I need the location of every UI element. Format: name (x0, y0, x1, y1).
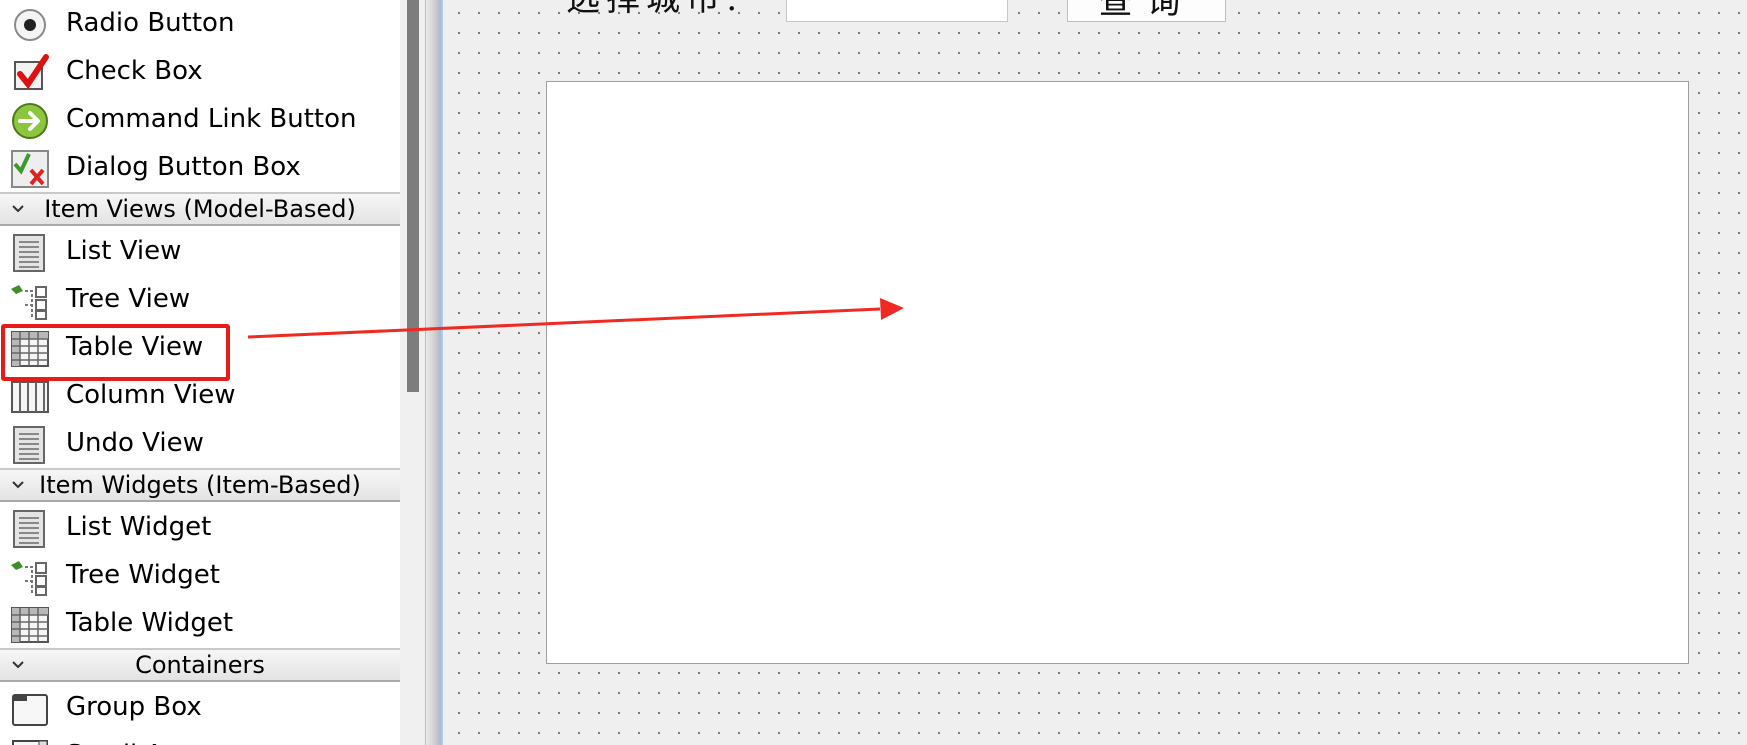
widget-item-label: Tree Widget (66, 560, 220, 590)
widget-item-group-box[interactable]: Group Box (0, 683, 400, 731)
widget-box-scrollbar[interactable] (407, 0, 419, 392)
category-label: Item Widgets (Item-Based) (39, 471, 361, 499)
widget-item-tree-view[interactable]: Tree View (0, 275, 400, 323)
widget-item-label: Command Link Button (66, 104, 357, 134)
widget-item-label: Dialog Button Box (66, 152, 301, 182)
category-header-item-widgets-item-based[interactable]: Item Widgets (Item-Based) (0, 468, 400, 502)
widget-item-undo-view[interactable]: Undo View (0, 419, 400, 467)
widget-item-label: Column View (66, 380, 236, 410)
widget-item-command-link-button[interactable]: Command Link Button (0, 95, 400, 143)
check-box-icon (10, 53, 50, 93)
category-label: Item Views (Model-Based) (44, 195, 356, 223)
category-label: Containers (135, 651, 265, 679)
undo-view-icon (10, 425, 50, 465)
widget-item-check-box[interactable]: Check Box (0, 47, 400, 95)
widget-item-tree-widget[interactable]: Tree Widget (0, 551, 400, 599)
category-header-item-views-model-based[interactable]: Item Views (Model-Based) (0, 192, 400, 226)
panel-splitter[interactable] (425, 0, 443, 745)
widget-item-label: Group Box (66, 692, 202, 722)
tree-widget-icon (10, 557, 50, 597)
widget-item-label: Scroll Area (66, 731, 205, 745)
query-button[interactable]: 查询 (1067, 0, 1226, 22)
city-input[interactable] (786, 0, 1008, 22)
city-select-label: 选择城市: (566, 0, 743, 22)
column-view-icon (10, 377, 50, 417)
widget-item-label: Radio Button (66, 8, 235, 38)
widget-item-list-view[interactable]: List View (0, 227, 400, 275)
table-view-widget[interactable] (546, 81, 1689, 664)
command-link-button-icon (10, 101, 50, 141)
widget-item-label: Table Widget (66, 608, 234, 638)
dialog-button-box-icon (10, 149, 50, 189)
category-header-containers[interactable]: Containers (0, 648, 400, 682)
widget-item-dialog-button-box[interactable]: Dialog Button Box (0, 143, 400, 191)
widget-item-column-view[interactable]: Column View (0, 371, 400, 419)
radio-button-icon (10, 5, 50, 45)
tree-view-icon (10, 281, 50, 321)
widget-item-label: List Widget (66, 512, 212, 542)
widget-item-scroll-area[interactable]: Scroll Area (0, 731, 400, 745)
widget-item-label: Undo View (66, 428, 204, 458)
table-widget-icon (10, 605, 50, 645)
widget-item-label: Tree View (66, 284, 191, 314)
widget-box-panel: Radio Button Check Box Command Link Button… (0, 0, 400, 745)
widget-item-table-widget[interactable]: Table Widget (0, 599, 400, 647)
list-view-icon (10, 233, 50, 273)
scroll-area-icon (10, 737, 50, 745)
list-widget-icon (10, 509, 50, 549)
widget-item-list-widget[interactable]: List Widget (0, 503, 400, 551)
widget-item-label: List View (66, 236, 182, 266)
group-box-icon (10, 689, 50, 729)
widget-item-label: Check Box (66, 56, 203, 86)
widget-item-radio-button[interactable]: Radio Button (0, 0, 400, 47)
